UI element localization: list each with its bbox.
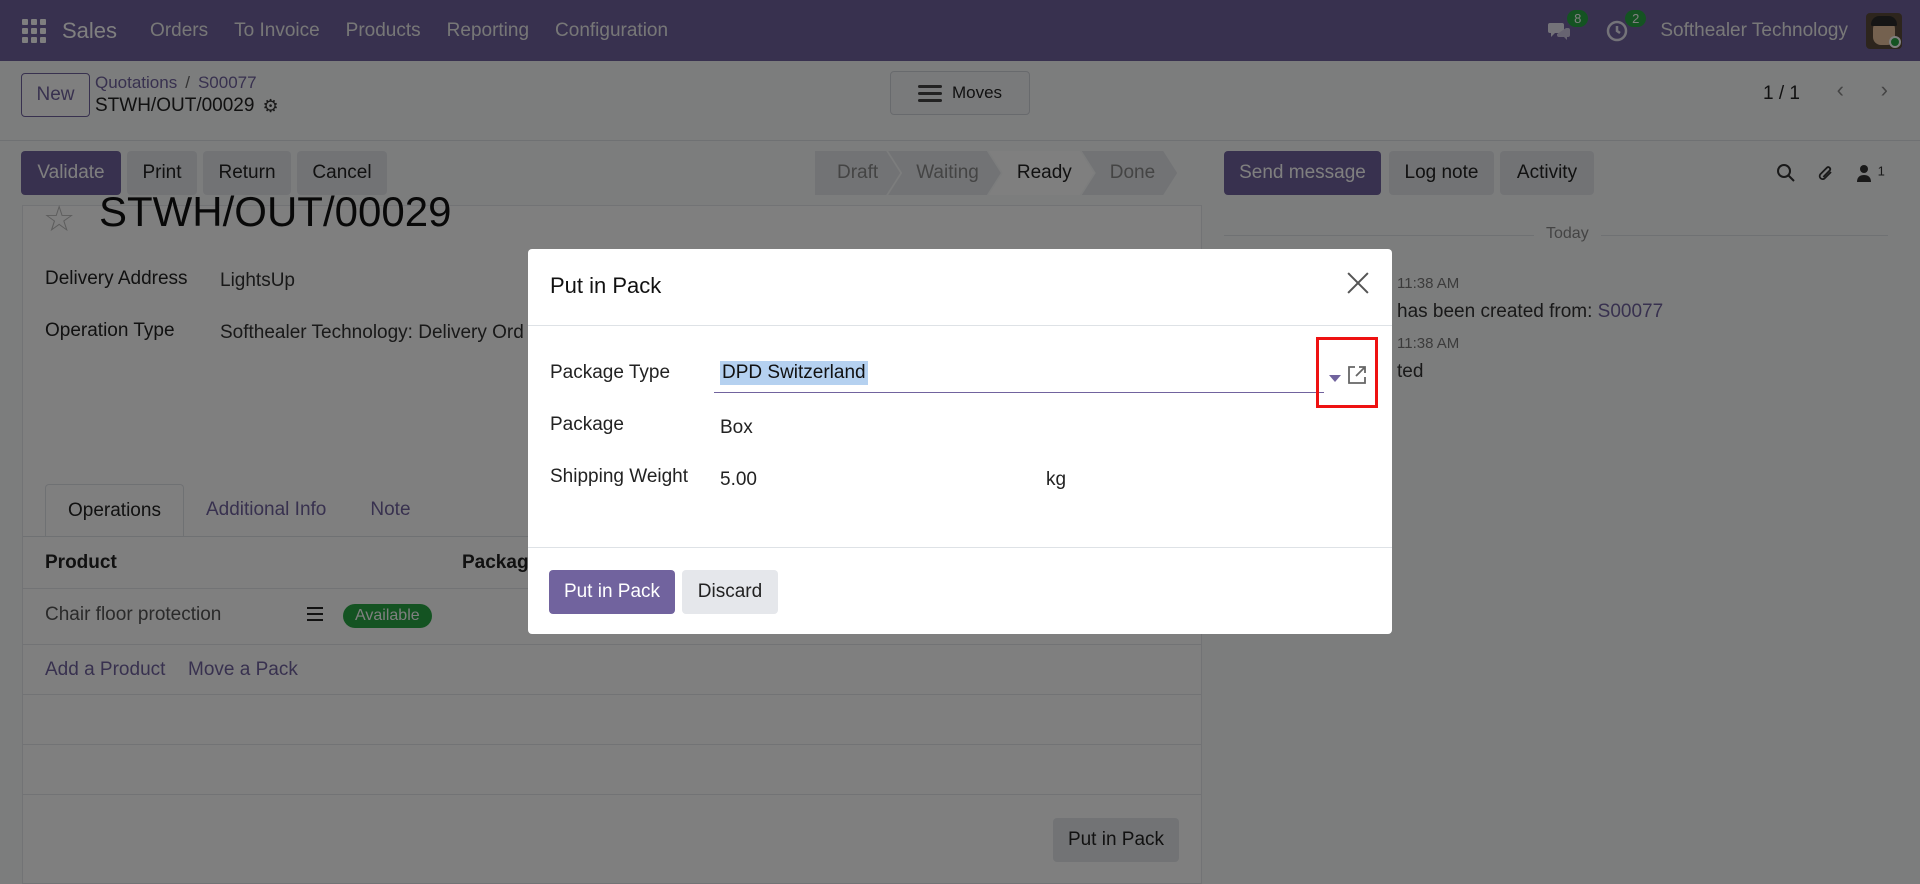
package-value[interactable]: Box (720, 417, 753, 439)
package-label: Package (550, 414, 624, 435)
package-type-label: Package Type (550, 362, 671, 383)
confirm-put-in-pack-button[interactable]: Put in Pack (549, 570, 675, 614)
put-in-pack-dialog: Put in Pack Package Type DPD Switzerland… (528, 249, 1392, 634)
package-type-input[interactable]: DPD Switzerland (714, 355, 1324, 393)
discard-button[interactable]: Discard (682, 570, 778, 614)
highlight-box (1316, 337, 1378, 408)
shipping-weight-input[interactable]: 5.00 (720, 469, 757, 491)
close-icon[interactable] (1346, 269, 1370, 293)
weight-unit: kg (1046, 469, 1067, 490)
package-type-value: DPD Switzerland (720, 361, 868, 385)
dialog-title: Put in Pack (550, 273, 662, 298)
shipping-weight-label: Shipping Weight (550, 466, 689, 487)
